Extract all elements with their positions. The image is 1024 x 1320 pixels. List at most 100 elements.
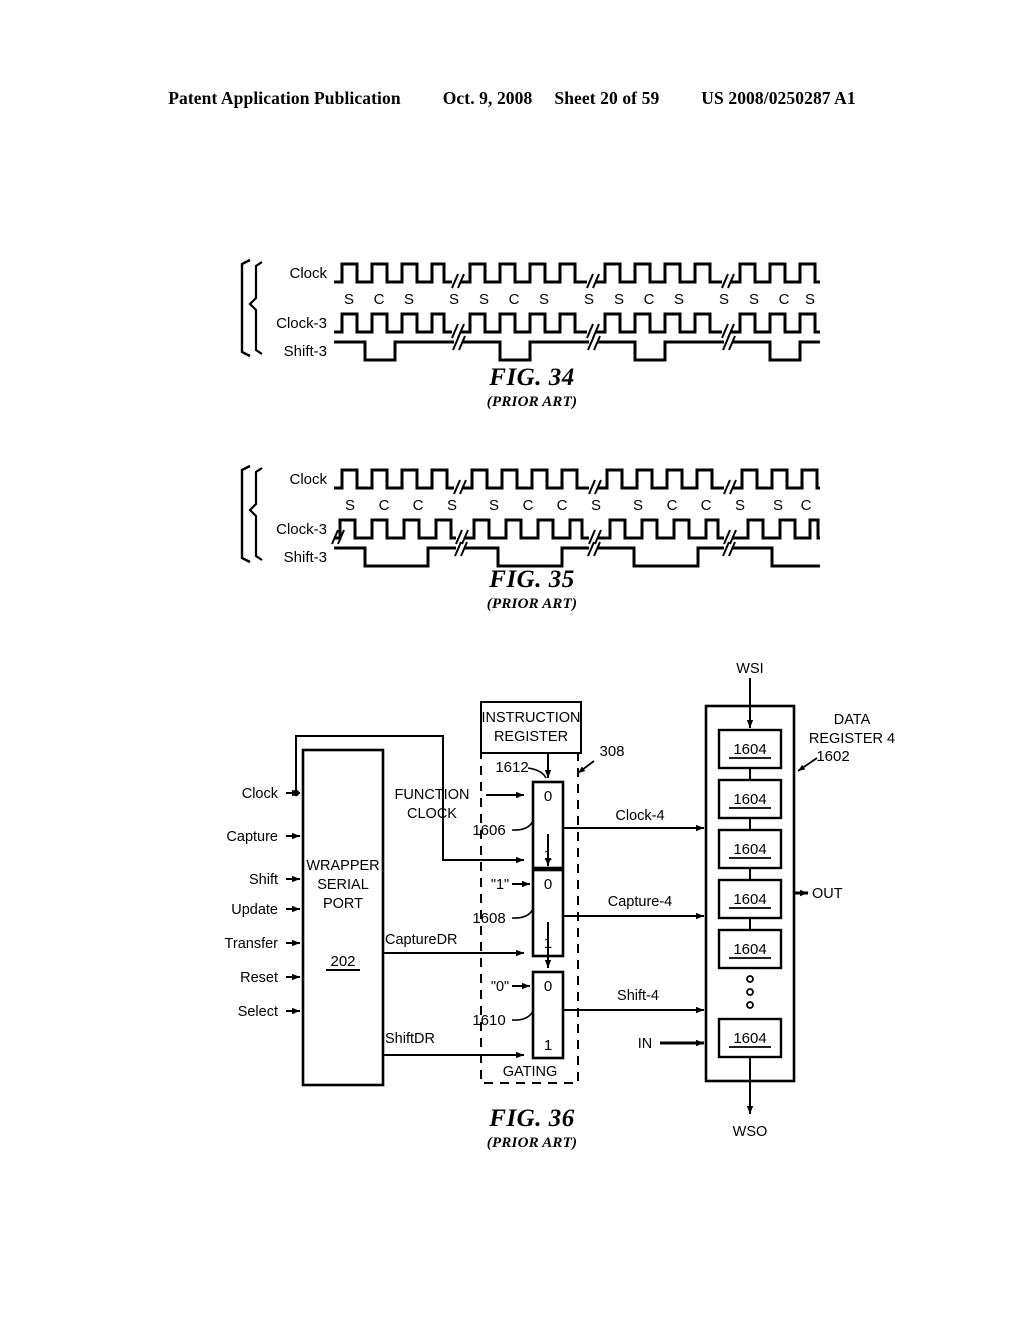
svg-text:S: S bbox=[344, 291, 354, 308]
svg-text:S: S bbox=[404, 291, 414, 308]
svg-text:S: S bbox=[633, 497, 643, 514]
callout-308: 308 bbox=[599, 743, 624, 760]
fig35-phase-labels: S C C S S C C S S C C S S C bbox=[345, 497, 812, 514]
fig34-inner-brace bbox=[248, 261, 263, 355]
mux-1606-ref: 1606 bbox=[472, 822, 505, 839]
svg-text:S: S bbox=[345, 497, 355, 514]
shift4-label: Shift-4 bbox=[617, 988, 659, 1004]
fig34-signal-label-1: Clock-3 bbox=[276, 315, 327, 332]
dr-cell-1: 1604 bbox=[717, 778, 783, 820]
svg-text:C: C bbox=[413, 497, 424, 514]
const-one-label: "1" bbox=[491, 877, 509, 893]
clock4-label: Clock-4 bbox=[615, 808, 664, 824]
page-header: Patent Application Publication Oct. 9, 20… bbox=[0, 88, 1024, 109]
wsp-title-1: SERIAL bbox=[317, 877, 369, 893]
fig34-number: FIG. 34 bbox=[489, 364, 575, 391]
svg-text:S: S bbox=[749, 291, 759, 308]
svg-text:Transfer: Transfer bbox=[225, 936, 279, 952]
mux-1608-leader bbox=[511, 908, 534, 919]
dr-ref-1602: 1602 bbox=[816, 748, 849, 765]
svg-text:C: C bbox=[374, 291, 385, 308]
wsp-input-select: Select bbox=[238, 1004, 300, 1020]
mux-1608-port1: 1 bbox=[544, 935, 552, 952]
fig35-signal-label-2: Shift-3 bbox=[284, 549, 327, 566]
fig36-prior-art: (PRIOR ART) bbox=[486, 1135, 578, 1151]
wsp-input-clock: Clock bbox=[242, 786, 300, 802]
header-patent-number: US 2008/0250287 A1 bbox=[701, 88, 856, 108]
patent-page: Patent Application Publication Oct. 9, 20… bbox=[0, 0, 1024, 1320]
dr-cell-3: 1604 bbox=[717, 878, 783, 920]
fig35-waveform-clock3 bbox=[334, 518, 820, 540]
wsp-input-reset: Reset bbox=[240, 970, 300, 986]
fig34-caption: FIG. 34 (PRIOR ART) bbox=[382, 364, 682, 411]
ir-title-1: REGISTER bbox=[494, 729, 568, 745]
svg-text:S: S bbox=[447, 497, 457, 514]
svg-text:1604: 1604 bbox=[733, 1030, 766, 1047]
fig35-inner-brace bbox=[248, 467, 263, 561]
in-label: IN bbox=[638, 1036, 653, 1052]
svg-text:Reset: Reset bbox=[240, 970, 278, 986]
svg-text:1604: 1604 bbox=[733, 891, 766, 908]
wso-label: WSO bbox=[733, 1124, 768, 1140]
svg-text:1604: 1604 bbox=[733, 941, 766, 958]
dr-title-0: DATA bbox=[834, 712, 871, 728]
svg-text:1604: 1604 bbox=[733, 791, 766, 808]
fig34-phase-labels: S C S S S C S S S C S S S C S bbox=[344, 291, 815, 308]
fig35-waveform-shift3 bbox=[334, 546, 820, 568]
svg-text:C: C bbox=[509, 291, 520, 308]
mux-1608-port0: 0 bbox=[544, 876, 552, 893]
header-publication: Patent Application Publication bbox=[168, 88, 401, 108]
callout-308-leader bbox=[577, 760, 595, 774]
svg-text:S: S bbox=[449, 291, 459, 308]
header-date: Oct. 9, 2008 bbox=[442, 88, 533, 108]
mux-1606-port0: 0 bbox=[544, 788, 552, 805]
fig34-waveform-clock3 bbox=[334, 312, 820, 334]
function-clock-label-1: CLOCK bbox=[407, 806, 457, 822]
mux-1610-leader bbox=[511, 1010, 534, 1021]
dr-cell-5: 1604 bbox=[717, 1017, 783, 1059]
out-label: OUT bbox=[812, 886, 843, 902]
svg-text:S: S bbox=[674, 291, 684, 308]
fig35-caption: FIG. 35 (PRIOR ART) bbox=[382, 566, 682, 613]
fig35-signal-label-0: Clock bbox=[289, 471, 327, 488]
dr-ellipsis bbox=[746, 975, 754, 1009]
mux-1606-port1: 1 bbox=[544, 847, 552, 864]
svg-text:1604: 1604 bbox=[733, 741, 766, 758]
dr-cell-0: 1604 bbox=[717, 728, 783, 770]
fig35-outer-bracket bbox=[240, 464, 251, 564]
wsp-title-2: PORT bbox=[323, 896, 363, 912]
fig36-caption: FIG. 36 (PRIOR ART) bbox=[382, 1105, 682, 1152]
fig34-waveform-clock bbox=[334, 262, 820, 284]
capture4-label: Capture-4 bbox=[608, 894, 672, 910]
fig34-signal-label-0: Clock bbox=[289, 265, 327, 282]
svg-text:Update: Update bbox=[231, 902, 278, 918]
svg-text:C: C bbox=[557, 497, 568, 514]
shiftdr-label: ShiftDR bbox=[385, 1031, 435, 1047]
svg-text:S: S bbox=[614, 291, 624, 308]
fig34-timing-diagram: Clock Clock-3 Shift-3 S C S S S C S S S … bbox=[232, 252, 822, 364]
fig34-outer-bracket bbox=[240, 258, 251, 358]
fig35-timing-diagram: Clock Clock-3 Shift-3 S C C S S C C S S … bbox=[232, 458, 822, 570]
gating-label: GATING bbox=[503, 1064, 558, 1080]
wsi-label: WSI bbox=[736, 661, 763, 677]
svg-text:Clock: Clock bbox=[242, 786, 279, 802]
dr-cell-4: 1604 bbox=[717, 928, 783, 970]
svg-text:S: S bbox=[584, 291, 594, 308]
svg-text:1604: 1604 bbox=[733, 841, 766, 858]
wsp-title-0: WRAPPER bbox=[306, 858, 379, 874]
dr-title-1: REGISTER 4 bbox=[809, 731, 895, 747]
mux-1608-ref: 1608 bbox=[472, 910, 505, 927]
svg-text:C: C bbox=[667, 497, 678, 514]
svg-text:C: C bbox=[801, 497, 812, 514]
svg-text:S: S bbox=[479, 291, 489, 308]
fig35-signal-label-1: Clock-3 bbox=[276, 521, 327, 538]
svg-text:C: C bbox=[779, 291, 790, 308]
wrapper-serial-port-box bbox=[301, 748, 385, 1087]
dr-cell-2: 1604 bbox=[717, 828, 783, 870]
svg-text:S: S bbox=[735, 497, 745, 514]
fig35-number: FIG. 35 bbox=[489, 566, 575, 593]
mux-1610-port0: 0 bbox=[544, 978, 552, 995]
svg-text:S: S bbox=[591, 497, 601, 514]
svg-text:S: S bbox=[489, 497, 499, 514]
svg-text:Capture: Capture bbox=[226, 829, 278, 845]
